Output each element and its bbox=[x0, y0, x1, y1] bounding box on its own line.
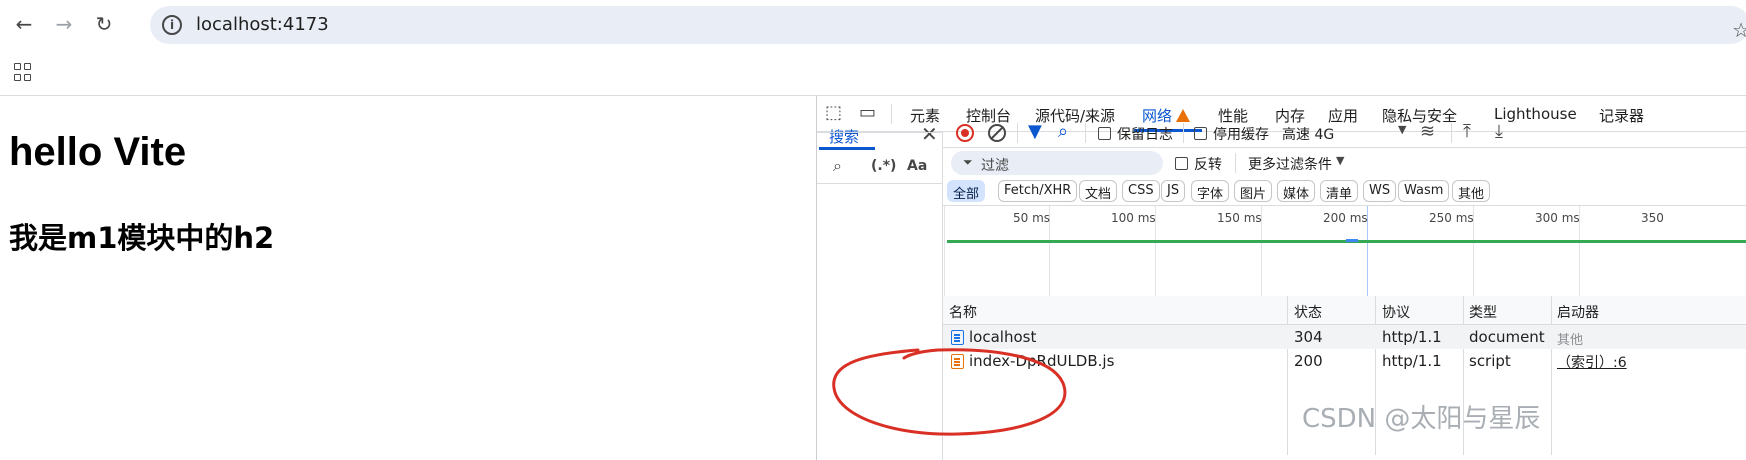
bookmarks-bar bbox=[0, 48, 1746, 96]
more-filters-dropdown[interactable]: 更多过滤条件 bbox=[1248, 154, 1332, 174]
stop-recording-icon[interactable] bbox=[956, 124, 974, 142]
search-icon: ⌕ bbox=[833, 156, 842, 175]
clear-icon[interactable] bbox=[988, 124, 1006, 142]
timeline-tick: 350 bbox=[1641, 211, 1664, 225]
throttling-select[interactable]: 高速 4G bbox=[1282, 124, 1334, 144]
bookmark-star-icon[interactable]: ☆ bbox=[1732, 18, 1746, 42]
timeline-gridline bbox=[944, 206, 945, 296]
network-toolbar: ▼ ⌕ 保留日志 停用缓存 高速 4G ▼ ≋ ⤒ ⤓ bbox=[943, 118, 1746, 148]
chevron-down-icon[interactable]: ▼ bbox=[1336, 154, 1344, 167]
divider bbox=[1017, 123, 1018, 143]
reload-icon[interactable]: ↻ bbox=[92, 12, 116, 36]
request-status: 200 bbox=[1294, 352, 1323, 370]
close-icon[interactable]: ✕ bbox=[921, 122, 938, 146]
table-header: 名称 状态 协议 类型 启动器 bbox=[943, 296, 1746, 325]
divider bbox=[1235, 153, 1236, 173]
import-har-icon[interactable]: ⤒ bbox=[1463, 121, 1471, 142]
request-protocol: http/1.1 bbox=[1382, 352, 1442, 370]
column-header-initiator[interactable]: 启动器 bbox=[1557, 302, 1599, 322]
column-divider bbox=[1287, 296, 1288, 455]
filter-chip-css[interactable]: CSS bbox=[1122, 180, 1160, 202]
match-case-toggle[interactable]: Aa bbox=[907, 158, 927, 174]
timeline-request-bar bbox=[1346, 239, 1358, 242]
request-type: script bbox=[1469, 352, 1511, 370]
filter-funnel-icon[interactable]: ▼ bbox=[1028, 121, 1042, 142]
apps-grid-icon[interactable] bbox=[14, 63, 32, 81]
invert-checkbox[interactable] bbox=[1175, 157, 1188, 170]
regex-toggle[interactable]: (.*) bbox=[871, 158, 896, 174]
filter-chip-ws[interactable]: WS bbox=[1363, 180, 1397, 202]
export-har-icon[interactable]: ⤓ bbox=[1495, 121, 1503, 142]
inspect-element-icon[interactable]: ⬚ bbox=[825, 102, 842, 123]
invert-label: 反转 bbox=[1194, 157, 1222, 173]
search-tab[interactable]: 搜索 bbox=[829, 126, 859, 147]
request-initiator-link[interactable]: （索引）:6 bbox=[1557, 352, 1627, 372]
column-header-type[interactable]: 类型 bbox=[1469, 302, 1497, 322]
filter-chip-other[interactable]: 其他 bbox=[1452, 180, 1491, 202]
request-protocol: http/1.1 bbox=[1382, 328, 1442, 346]
request-initiator: 其他 bbox=[1557, 333, 1584, 348]
filter-chip-media[interactable]: 媒体 bbox=[1277, 180, 1316, 202]
filter-chip-wasm[interactable]: Wasm bbox=[1398, 180, 1450, 202]
divider bbox=[891, 104, 892, 124]
filter-placeholder: 过滤 bbox=[981, 158, 1009, 174]
filter-chip-js[interactable]: JS bbox=[1161, 180, 1186, 202]
preserve-log-checkbox[interactable] bbox=[1098, 127, 1111, 140]
divider bbox=[817, 132, 942, 133]
column-header-status[interactable]: 状态 bbox=[1294, 302, 1322, 322]
back-arrow-icon[interactable]: ← bbox=[12, 12, 36, 36]
disable-cache-label: 停用缓存 bbox=[1213, 127, 1269, 143]
browser-toolbar: ← → ↻ i localhost:4173 ☆ bbox=[0, 0, 1746, 48]
filter-chip-all[interactable]: 全部 bbox=[947, 180, 986, 202]
search-icon[interactable]: ⌕ bbox=[1058, 121, 1068, 142]
column-header-name[interactable]: 名称 bbox=[949, 302, 977, 322]
page-heading: hello Vite bbox=[9, 130, 187, 174]
preserve-log-label: 保留日志 bbox=[1117, 127, 1173, 143]
forward-arrow-icon[interactable]: → bbox=[52, 12, 76, 36]
filter-funnel-icon: ⏷ bbox=[963, 155, 973, 169]
search-options-row: ⌕ (.*) Aa bbox=[817, 150, 942, 184]
chevron-down-icon[interactable]: ▼ bbox=[1398, 123, 1406, 136]
timeline-tick: 50 ms bbox=[1013, 211, 1051, 225]
timeline-tick: 100 ms bbox=[1111, 211, 1156, 225]
divider bbox=[1085, 123, 1086, 143]
filter-chip-fetch-xhr[interactable]: Fetch/XHR bbox=[998, 180, 1078, 202]
filter-chip-font[interactable]: 字体 bbox=[1191, 180, 1230, 202]
column-divider bbox=[1551, 296, 1552, 455]
filter-chip-manifest[interactable]: 清单 bbox=[1320, 180, 1359, 202]
network-conditions-icon[interactable]: ≋ bbox=[1420, 121, 1435, 142]
divider bbox=[1183, 123, 1184, 143]
device-toolbar-icon[interactable]: ▭ bbox=[859, 102, 876, 123]
timeline-tick: 150 ms bbox=[1217, 211, 1262, 225]
timeline-tick: 250 ms bbox=[1429, 211, 1474, 225]
address-bar[interactable]: i localhost:4173 ☆ bbox=[150, 6, 1746, 44]
divider bbox=[1451, 123, 1452, 143]
timeline-tick: 200 ms bbox=[1323, 211, 1368, 225]
resource-type-filters: 全部 Fetch/XHR 文档 CSS JS 字体 图片 媒体 清单 WS Wa… bbox=[943, 178, 1746, 206]
request-type: document bbox=[1469, 328, 1545, 346]
site-info-icon[interactable]: i bbox=[162, 15, 182, 35]
timeline-overview[interactable]: 50 ms 100 ms 150 ms 200 ms 250 ms 300 ms… bbox=[943, 205, 1746, 297]
watermark: CSDN @太阳与星辰 bbox=[1302, 404, 1541, 434]
page-subheading: 我是m1模块中的h2 bbox=[9, 221, 275, 255]
filter-chip-img[interactable]: 图片 bbox=[1234, 180, 1273, 202]
filter-chip-doc[interactable]: 文档 bbox=[1079, 180, 1118, 202]
request-status: 304 bbox=[1294, 328, 1323, 346]
disable-cache-checkbox[interactable] bbox=[1194, 127, 1207, 140]
annotation-circle bbox=[832, 348, 1067, 436]
column-header-protocol[interactable]: 协议 bbox=[1382, 302, 1410, 322]
timeline-tick: 300 ms bbox=[1535, 211, 1580, 225]
url-text[interactable]: localhost:4173 bbox=[196, 14, 329, 35]
filter-row: ⏷ 过滤 反转 更多过滤条件 ▼ bbox=[943, 148, 1746, 176]
filter-input[interactable]: ⏷ 过滤 bbox=[951, 151, 1163, 175]
